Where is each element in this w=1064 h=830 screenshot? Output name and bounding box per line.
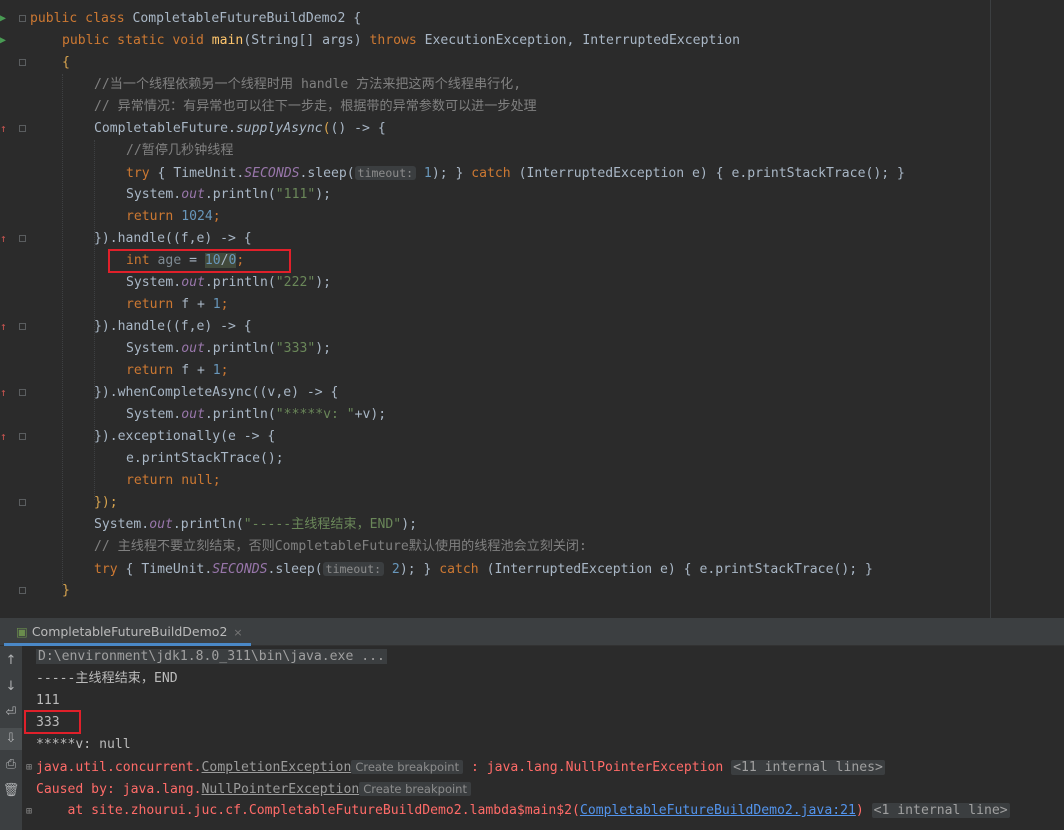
code-line: }).handle((f,e) -> { [94, 319, 252, 334]
run-config-icon: ▣ [16, 624, 28, 639]
console-line: *****v: null [36, 737, 131, 752]
code-line: return f + 1; [126, 297, 229, 312]
code-line: System.out.println("*****v: "+v); [126, 407, 387, 422]
code-line: System.out.println("-----主线程结束，END"); [94, 517, 417, 532]
code-editor[interactable]: ▶ ▶ ↑ ↑ ↑ ↑ ↑ public class CompletableFu… [0, 0, 1064, 618]
code-line: System.out.println("333"); [126, 341, 331, 356]
console-line: 111 [36, 693, 60, 708]
code-comment: // 异常情况：有异常也可以往下一步走，根据带的异常参数可以进一步处理 [94, 99, 537, 114]
fold-marker-icon[interactable] [19, 59, 26, 66]
code-line: try { TimeUnit.SECONDS.sleep(timeout: 2)… [94, 562, 873, 577]
run-main-icon[interactable]: ▶ [0, 36, 6, 46]
run-class-icon[interactable]: ▶ [0, 14, 6, 24]
exception-link[interactable]: NullPointerException [202, 782, 360, 797]
code-line: CompletableFuture.supplyAsync(() -> { [94, 121, 386, 136]
right-margin-guide [990, 0, 991, 618]
console-error-line: at site.zhourui.juc.cf.CompletableFuture… [36, 803, 1010, 818]
code-comment: //当一个线程依赖另一个线程时用 handle 方法来把这两个线程串行化, [94, 77, 522, 92]
code-line: } [62, 583, 70, 598]
run-tab-label: CompletableFutureBuildDemo2 [31, 624, 228, 639]
create-breakpoint-button[interactable]: Create breakpoint [359, 782, 471, 796]
console-line: D:\environment\jdk1.8.0_311\bin\java.exe… [36, 646, 387, 668]
lambda-marker-icon[interactable]: ↑ [0, 387, 7, 398]
annotation-box-code [108, 249, 291, 273]
run-tool-window-header: ▣ CompletableFutureBuildDemo2 × [0, 618, 1064, 646]
fold-marker-icon[interactable] [19, 587, 26, 594]
trash-icon[interactable]: 🗑 [0, 780, 22, 802]
console-error-line: java.util.concurrent.CompletionException… [36, 760, 885, 775]
console-output[interactable]: D:\environment\jdk1.8.0_311\bin\java.exe… [22, 646, 1064, 830]
close-icon[interactable]: × [233, 626, 242, 639]
code-line: public class CompletableFutureBuildDemo2… [30, 11, 362, 26]
code-line: e.printStackTrace(); [126, 451, 284, 466]
fold-marker-icon[interactable] [19, 235, 26, 242]
fold-marker-icon[interactable] [19, 125, 26, 132]
console-error-line: Caused by: java.lang.NullPointerExceptio… [36, 778, 471, 800]
code-line: return 1024; [126, 209, 221, 224]
code-line: }).exceptionally(e -> { [94, 429, 276, 444]
fold-marker-icon[interactable] [19, 433, 26, 440]
fold-marker-icon[interactable] [19, 15, 26, 22]
parameter-hint: timeout: [354, 166, 417, 180]
lambda-marker-icon[interactable]: ↑ [0, 321, 7, 332]
fold-marker-icon[interactable] [19, 499, 26, 506]
fold-marker-icon[interactable] [19, 323, 26, 330]
code-line: System.out.println("111"); [126, 187, 331, 202]
expand-icon[interactable]: ⊞ [26, 806, 32, 817]
code-line: System.out.println("222"); [126, 275, 331, 290]
code-line: { [62, 55, 70, 70]
indent-guide [62, 74, 63, 586]
parameter-hint: timeout: [322, 562, 385, 576]
code-line: }); [94, 495, 118, 510]
run-toolbar: ↑ ↓ ⏎ ⇩ ⎙ 🗑 [0, 646, 22, 830]
lambda-marker-icon[interactable]: ↑ [0, 123, 7, 134]
code-line: try { TimeUnit.SECONDS.sleep(timeout: 1)… [126, 166, 905, 181]
arrow-up-icon[interactable]: ↑ [0, 650, 22, 672]
arrow-down-icon[interactable]: ↓ [0, 676, 22, 698]
code-comment: //暂停几秒钟线程 [126, 143, 234, 158]
code-line: }).whenCompleteAsync((v,e) -> { [94, 385, 339, 400]
java-command-line[interactable]: D:\environment\jdk1.8.0_311\bin\java.exe… [36, 649, 387, 664]
code-line: public static void main(String[] args) t… [62, 33, 740, 48]
lambda-marker-icon[interactable]: ↑ [0, 233, 7, 244]
code-line: return null; [126, 473, 221, 488]
source-file-link[interactable]: CompletableFutureBuildDemo2.java:21 [580, 803, 856, 818]
run-tab[interactable]: ▣ CompletableFutureBuildDemo2 × [4, 618, 251, 646]
code-line: }).handle((f,e) -> { [94, 231, 252, 246]
expand-icon[interactable]: ⊞ [26, 762, 32, 773]
scroll-to-end-icon[interactable]: ⇩ [0, 728, 22, 750]
folded-lines[interactable]: <11 internal lines> [731, 760, 885, 775]
print-icon[interactable]: ⎙ [0, 754, 22, 776]
soft-wrap-icon[interactable]: ⏎ [0, 702, 22, 724]
code-comment: // 主线程不要立刻结束，否则CompletableFuture默认使用的线程池… [94, 539, 587, 554]
exception-link[interactable]: CompletionException [202, 760, 352, 775]
create-breakpoint-button[interactable]: Create breakpoint [351, 760, 464, 774]
console-line: -----主线程结束，END [36, 671, 178, 686]
lambda-marker-icon[interactable]: ↑ [0, 431, 7, 442]
folded-lines[interactable]: <1 internal line> [871, 803, 1010, 818]
editor-gutter: ▶ ▶ ↑ ↑ ↑ ↑ ↑ [0, 0, 30, 618]
code-line: return f + 1; [126, 363, 229, 378]
fold-marker-icon[interactable] [19, 389, 26, 396]
annotation-box-output [24, 710, 81, 734]
